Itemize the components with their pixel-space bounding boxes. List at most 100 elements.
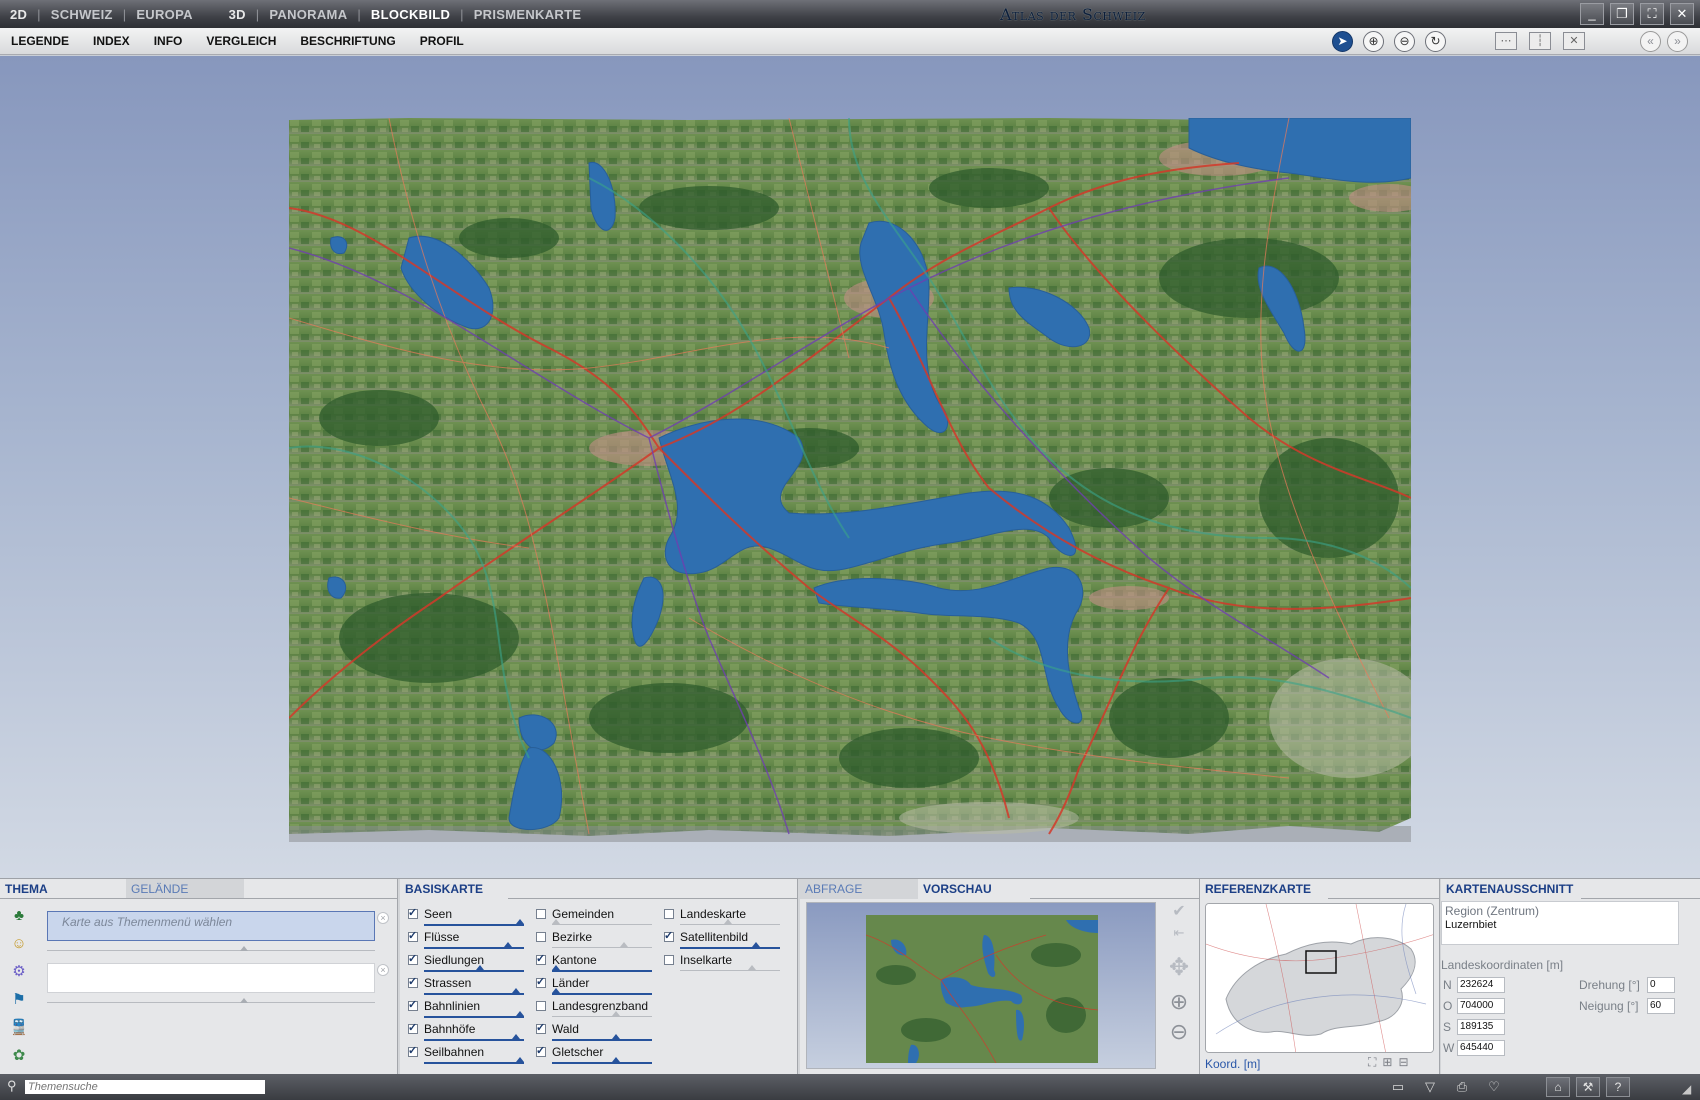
layer-siedlungen[interactable]: Siedlungen xyxy=(408,952,484,967)
layer-gemeinden[interactable]: Gemeinden xyxy=(536,907,614,921)
layer-gletscher-slider[interactable] xyxy=(552,1057,652,1064)
drehung-field[interactable]: 0 xyxy=(1647,977,1675,993)
checkbox[interactable] xyxy=(664,955,674,965)
transport-icon[interactable]: 🚆 xyxy=(7,1017,31,1039)
checkbox[interactable] xyxy=(536,975,546,988)
checkbox[interactable] xyxy=(536,932,546,942)
mode-panorama[interactable]: PANORAMA xyxy=(269,7,347,22)
help-icon[interactable]: ? xyxy=(1606,1077,1630,1097)
reference-map[interactable] xyxy=(1205,903,1434,1053)
layer-satellitenbild-slider[interactable] xyxy=(680,942,780,949)
rotate-icon[interactable]: ↻ xyxy=(1425,31,1446,52)
politics-icon[interactable]: ⚑ xyxy=(7,989,31,1011)
clear-theme-icon[interactable]: × xyxy=(377,912,389,924)
layer-strassen[interactable]: Strassen xyxy=(408,975,471,990)
checkbox[interactable] xyxy=(536,1001,546,1011)
coord-s-field[interactable]: 189135 xyxy=(1457,1019,1505,1035)
slider-knob[interactable] xyxy=(552,965,560,970)
preview-map[interactable] xyxy=(865,915,1099,1064)
checkbox[interactable] xyxy=(408,1044,418,1057)
theme-selection-field-2[interactable] xyxy=(47,963,375,993)
tab-abfrage[interactable]: ABFRAGE xyxy=(800,879,918,899)
print-icon[interactable]: ⎙ xyxy=(1452,1078,1472,1096)
slider-knob[interactable] xyxy=(552,919,560,924)
menu-vergleich[interactable]: VERGLEICH xyxy=(206,34,276,48)
koord-label[interactable]: Koord. [m] xyxy=(1205,1057,1260,1071)
restore-icon[interactable]: ❐ xyxy=(1610,3,1634,25)
layer-gletscher[interactable]: Gletscher xyxy=(536,1044,603,1059)
slider-knob[interactable] xyxy=(512,1034,520,1039)
apply-icon[interactable]: ✔ xyxy=(1162,901,1196,921)
preview-zoom-out-icon[interactable]: ⊖ xyxy=(1162,1019,1196,1045)
mode-europa[interactable]: EUROPA xyxy=(136,7,192,22)
theme-2-opacity-slider[interactable] xyxy=(47,998,375,1003)
clear-theme-2-icon[interactable]: × xyxy=(377,964,389,976)
slider-knob[interactable] xyxy=(504,942,512,947)
menu-legende[interactable]: LEGENDE xyxy=(11,34,69,48)
coord-o-field[interactable]: 704000 xyxy=(1457,998,1505,1014)
mode-blockbild[interactable]: BLOCKBILD xyxy=(371,7,450,22)
layer-kantone-slider[interactable] xyxy=(552,965,652,972)
slider-knob[interactable] xyxy=(516,919,524,924)
close-icon[interactable]: ✕ xyxy=(1670,3,1694,25)
layer-satellitenbild[interactable]: Satellitenbild xyxy=(664,929,748,944)
theme-search-input[interactable] xyxy=(25,1080,265,1094)
layer-bezirke-slider[interactable] xyxy=(552,942,652,948)
checkbox[interactable] xyxy=(664,909,674,919)
economy-icon[interactable]: ⚙ xyxy=(7,961,31,983)
tab-vorschau[interactable]: VORSCHAU xyxy=(918,879,1030,899)
slider-knob[interactable] xyxy=(612,1057,620,1062)
layer-strassen-slider[interactable] xyxy=(424,988,524,995)
slider-knob[interactable] xyxy=(752,942,760,947)
coord-n-field[interactable]: 232624 xyxy=(1457,977,1505,993)
slider-knob[interactable] xyxy=(476,965,484,970)
theme-selection-field[interactable]: Karte aus Themenmenü wählen xyxy=(47,911,375,941)
slider-knob[interactable] xyxy=(612,1011,620,1016)
slider-knob[interactable] xyxy=(512,988,520,993)
map-view[interactable] xyxy=(0,56,1700,878)
checkbox[interactable] xyxy=(408,998,418,1011)
checkbox[interactable] xyxy=(536,909,546,919)
neigung-field[interactable]: 60 xyxy=(1647,998,1675,1014)
fullscreen-icon[interactable]: ⛶ xyxy=(1640,3,1664,25)
checkbox[interactable] xyxy=(536,952,546,965)
print-preview-icon[interactable]: ▽ xyxy=(1420,1078,1440,1096)
checkbox[interactable] xyxy=(408,952,418,965)
settings-icon[interactable]: ⚒ xyxy=(1576,1077,1600,1097)
theme-opacity-slider[interactable] xyxy=(47,946,375,951)
layer-bahnhoefe-slider[interactable] xyxy=(424,1034,524,1041)
slider-knob[interactable] xyxy=(240,998,248,1003)
ref-zoom-out-icon[interactable]: ⊟ xyxy=(1398,1055,1408,1070)
layer-bahnlinien-slider[interactable] xyxy=(424,1011,524,1018)
slider-knob[interactable] xyxy=(620,942,628,947)
zoom-in-icon[interactable]: ⊕ xyxy=(1363,31,1384,52)
tab-thema[interactable]: THEMA xyxy=(0,879,115,899)
slider-knob[interactable] xyxy=(724,919,732,924)
slider-knob[interactable] xyxy=(516,1011,524,1016)
tab-kartenausschnitt[interactable]: KARTENAUSSCHNITT xyxy=(1441,879,1581,899)
layer-landesgrenzband[interactable]: Landesgrenzband xyxy=(536,999,648,1013)
layer-seilbahnen[interactable]: Seilbahnen xyxy=(408,1044,484,1059)
pointer-icon[interactable]: ➤ xyxy=(1332,31,1353,52)
layer-landesgrenzband-slider[interactable] xyxy=(552,1011,652,1017)
layer-inselkarte-slider[interactable] xyxy=(680,965,780,971)
coord-w-field[interactable]: 645440 xyxy=(1457,1040,1505,1056)
fit-extent-icon[interactable]: ⛶ xyxy=(1368,1055,1376,1070)
layer-wald-slider[interactable] xyxy=(552,1034,652,1041)
tab-gelaende[interactable]: GELÄNDE xyxy=(126,879,244,899)
slider-knob[interactable] xyxy=(552,988,560,993)
no-split-icon[interactable]: ✕ xyxy=(1563,32,1585,50)
society-icon[interactable]: ☺ xyxy=(7,933,31,955)
menu-beschriftung[interactable]: BESCHRIFTUNG xyxy=(300,34,395,48)
checkbox[interactable] xyxy=(536,1021,546,1034)
ref-zoom-in-icon[interactable]: ⊞ xyxy=(1382,1055,1392,1070)
slider-knob[interactable] xyxy=(516,1057,524,1062)
forward-icon[interactable]: » xyxy=(1667,31,1688,52)
menu-index[interactable]: INDEX xyxy=(93,34,130,48)
checkbox[interactable] xyxy=(408,906,418,919)
mode-schweiz[interactable]: SCHWEIZ xyxy=(51,7,113,22)
preview-zoom-in-icon[interactable]: ⊕ xyxy=(1162,989,1196,1015)
slider-knob[interactable] xyxy=(240,946,248,951)
tab-basiskarte[interactable]: BASISKARTE xyxy=(400,879,508,899)
menu-profil[interactable]: PROFIL xyxy=(420,34,464,48)
